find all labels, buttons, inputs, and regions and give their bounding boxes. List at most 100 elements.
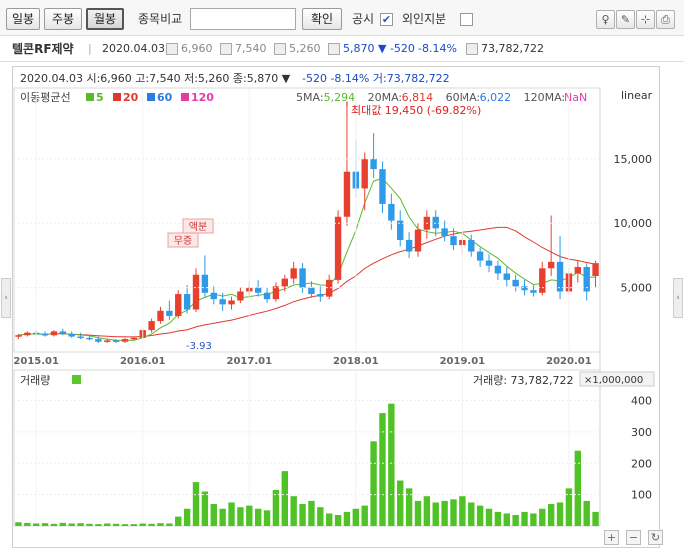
candle-body: [592, 263, 599, 277]
candle-body: [183, 294, 191, 310]
volume-bar: [192, 482, 200, 526]
chart-grid: [13, 87, 601, 527]
time-tick-label-5: 2020.01: [546, 356, 592, 367]
volume-bar: [468, 502, 475, 526]
volume-bar: [326, 513, 333, 526]
volume-bar: [574, 450, 581, 526]
volume-bar: [281, 471, 288, 526]
candle-body: [414, 229, 422, 252]
time-tick-label-1: 2016.01: [120, 356, 166, 367]
volume-bar: [77, 523, 84, 526]
candle-body: [299, 268, 306, 288]
candle-body: [530, 290, 537, 293]
candle-body: [450, 236, 457, 246]
candle-body: [343, 171, 351, 217]
volume-bar: [397, 480, 404, 526]
volume-bar: [423, 496, 431, 526]
candle-body: [237, 291, 244, 301]
volume-bar: [263, 510, 271, 526]
volume-bar: [583, 500, 590, 526]
candle-body: [574, 267, 581, 274]
candle-body: [148, 321, 155, 331]
volume-bar: [95, 524, 102, 526]
candle-body: [503, 273, 510, 280]
zoom-out-button[interactable]: −: [626, 530, 641, 545]
candle-body: [263, 292, 271, 300]
candle-body: [308, 287, 315, 295]
volume-bar: [201, 491, 209, 526]
volume-bar: [547, 504, 555, 526]
zoom-in-button[interactable]: +: [604, 530, 619, 545]
badge-split: 액분: [189, 221, 207, 233]
volume-unit: ×1,000,000: [584, 375, 643, 386]
volume-bar: [237, 507, 244, 526]
volume-bar: [476, 505, 484, 526]
volume-bar: [556, 502, 564, 526]
volume-tick-label-2: 300: [631, 426, 652, 439]
volume-bar: [139, 523, 146, 526]
volume-tick-label-0: 100: [631, 489, 652, 502]
volume-bar: [494, 511, 502, 526]
time-tick-label-4: 2019.01: [440, 356, 486, 367]
volume-title: 거래량: [20, 374, 50, 387]
ma-swatch-120: [181, 93, 189, 101]
volume-bar: [50, 523, 58, 526]
volume-bar: [592, 511, 599, 526]
ma-value: 6,022: [480, 91, 512, 104]
candle-body: [494, 265, 502, 274]
candle-body: [24, 332, 31, 336]
volume-bar: [254, 508, 262, 526]
candle-body: [59, 331, 67, 334]
volume-readout: 거래량: 73,782,722: [473, 374, 574, 387]
candle-body: [512, 279, 519, 287]
reset-icon[interactable]: ↻: [648, 530, 663, 545]
volume-bar: [183, 508, 191, 526]
candle-body: [192, 274, 200, 310]
price-tick-label-1: 10,000: [614, 217, 653, 230]
price-tick-label-2: 15,000: [614, 153, 653, 166]
volume-bar: [121, 524, 129, 526]
candle-body: [441, 228, 448, 237]
volume-bar: [565, 488, 573, 526]
volume-bar: [352, 508, 360, 526]
candle-body: [361, 158, 368, 189]
ma-value: 5,294: [324, 91, 356, 104]
candle-body: [210, 292, 217, 300]
candle-body: [175, 294, 182, 316]
max-value-label: 최대값 19,450 (-69.82%): [351, 104, 481, 117]
candle-body: [219, 299, 226, 305]
volume-bar: [33, 523, 40, 526]
stock-chart: 2020.04.03 시:6,960 고:7,540 저:5,260 종:5,8…: [13, 72, 655, 527]
ma-period-120: 120: [191, 91, 214, 104]
candle-body: [50, 331, 58, 336]
candle-body: [157, 310, 164, 322]
volume-bar: [432, 502, 439, 526]
volume-bar: [175, 516, 182, 526]
volume-bar: [459, 496, 466, 526]
candle-body: [95, 339, 102, 342]
ma-swatch-60: [147, 93, 155, 101]
candle-body: [405, 239, 413, 252]
volume-bar: [130, 524, 138, 526]
volume-bar: [361, 505, 368, 526]
volume-bar: [343, 511, 351, 526]
candle-body: [254, 287, 262, 293]
price-panel: [13, 87, 601, 353]
ma-value-label: 20MA:: [368, 91, 403, 104]
volume-bar: [272, 489, 280, 526]
volume-bar: [24, 522, 31, 526]
volume-bar: [317, 507, 324, 526]
candle-body: [15, 335, 22, 337]
volume-bar: [450, 499, 457, 526]
volume-bar: [290, 496, 297, 526]
candle-body: [228, 300, 235, 305]
volume-bar: [86, 523, 93, 526]
candle-body: [370, 158, 377, 170]
ma-period-60: 60: [157, 91, 173, 104]
time-tick-label-0: 2015.01: [13, 356, 59, 367]
ma-period-20: 20: [123, 91, 139, 104]
time-tick-label-2: 2017.01: [227, 356, 273, 367]
volume-legend-swatch: [72, 375, 81, 384]
candle-body: [121, 339, 129, 342]
volume-bar: [512, 515, 519, 526]
